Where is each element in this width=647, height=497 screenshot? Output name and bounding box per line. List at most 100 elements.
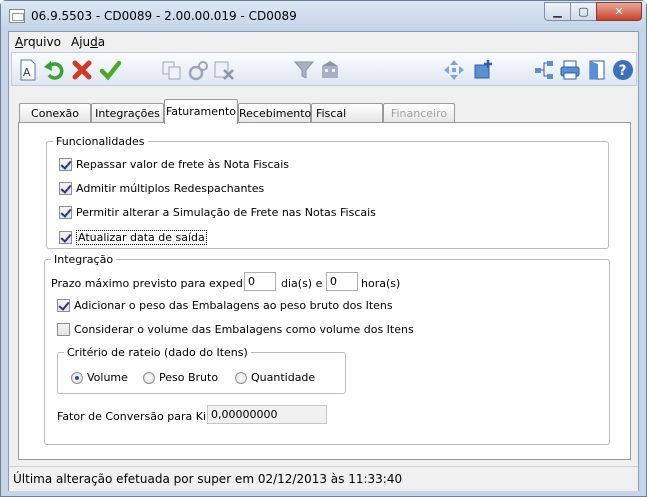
- radio-quantidade[interactable]: Quantidade: [235, 371, 315, 384]
- menu-ajuda[interactable]: Ajuda: [71, 35, 105, 49]
- add-window-icon: [474, 60, 492, 79]
- title-bar[interactable]: 06.9.5503 - CD0089 - 2.00.00.019 - CD008…: [1, 1, 646, 31]
- radio-volume-dot[interactable]: [71, 371, 83, 384]
- tab-recebimento-label: Recebimento: [239, 107, 312, 120]
- prazo-dias-input[interactable]: 0: [244, 272, 276, 291]
- multiplos-redespachantes-label: Admitir múltiplos Redespachantes: [76, 182, 265, 195]
- repassar-frete-checkbox[interactable]: Repassar valor de frete às Nota Fiscais: [59, 158, 289, 171]
- alterar-simulacao-label: Permitir alterar a Simulação de Frete na…: [76, 206, 376, 219]
- tab-conexao[interactable]: Conexão: [19, 103, 91, 123]
- gear-icon: [188, 61, 208, 81]
- fator-conversao-input[interactable]: 0,00000000: [207, 405, 327, 424]
- undo-icon: [44, 61, 64, 80]
- delete-record-icon: [214, 61, 234, 80]
- radio-quantidade-dot[interactable]: [235, 371, 247, 384]
- add-window-button[interactable]: [472, 58, 496, 82]
- prazo-horas-input[interactable]: 0: [326, 272, 358, 291]
- atualizar-data-saida-label: Atualizar data de saída: [76, 230, 207, 245]
- printer-icon: [560, 60, 580, 80]
- maximize-button[interactable]: ▢: [570, 2, 597, 21]
- exit-door-icon: [589, 60, 605, 80]
- integracao-legend: Integração: [54, 253, 114, 266]
- tab-financeiro-label: Financeiro: [390, 107, 448, 120]
- cancel-button[interactable]: [70, 58, 94, 82]
- delete-record-button[interactable]: [212, 58, 236, 82]
- copy-button[interactable]: [160, 58, 184, 82]
- repassar-frete-label: Repassar valor de frete às Nota Fiscais: [76, 158, 290, 171]
- settings-button[interactable]: [186, 58, 210, 82]
- menu-arquivo[interactable]: Arquivo: [15, 35, 61, 49]
- close-icon: ✕: [614, 5, 624, 18]
- tab-faturamento-label: Faturamento: [165, 105, 237, 118]
- confirm-button[interactable]: [98, 58, 122, 82]
- move-button[interactable]: [442, 58, 466, 82]
- tab-faturamento[interactable]: Faturamento: [164, 99, 238, 124]
- considerar-volume-label: Considerar o volume das Embalagens como …: [74, 323, 414, 336]
- horas-unit-label: hora(s): [361, 277, 401, 290]
- tab-conexao-label: Conexão: [31, 107, 79, 120]
- application-window: 06.9.5503 - CD0089 - 2.00.00.019 - CD008…: [0, 0, 647, 497]
- building-button[interactable]: [318, 58, 342, 82]
- maximize-icon: ▢: [578, 5, 589, 18]
- tree-button[interactable]: [532, 58, 556, 82]
- funcionalidades-legend: Funcionalidades: [56, 135, 145, 148]
- radio-quantidade-label: Quantidade: [251, 371, 316, 384]
- tree-hierarchy-icon: [535, 61, 553, 79]
- filter-icon: [293, 61, 315, 79]
- radio-volume[interactable]: Volume: [71, 371, 128, 384]
- tab-financeiro: Financeiro: [383, 103, 455, 123]
- menu-arquivo-mnemonic: A: [15, 35, 24, 49]
- app-icon: [9, 9, 25, 23]
- building-icon: [322, 61, 338, 78]
- minimize-button[interactable]: ▁: [544, 2, 571, 21]
- exit-button[interactable]: [585, 58, 609, 82]
- svg-text:?: ?: [619, 63, 627, 79]
- fator-conversao-label: Fator de Conversão para Kilos:: [57, 410, 226, 423]
- multiplos-redespachantes-checkbox[interactable]: Admitir múltiplos Redespachantes: [59, 182, 264, 195]
- help-button[interactable]: ?: [611, 58, 635, 82]
- tab-integracoes[interactable]: Integrações: [91, 103, 164, 123]
- tab-fiscal[interactable]: Fiscal: [311, 103, 383, 123]
- help-icon: ?: [613, 60, 633, 80]
- radio-peso-bruto-dot[interactable]: [143, 371, 155, 384]
- adicionar-peso-checkbox[interactable]: Adicionar o peso das Embalagens ao peso …: [57, 299, 393, 312]
- status-bar: Última alteração efetuada por super em 0…: [9, 466, 638, 491]
- faturamento-panel: Funcionalidades Repassar valor de frete …: [18, 122, 631, 460]
- considerar-volume-checkbox[interactable]: Considerar o volume das Embalagens como …: [57, 323, 414, 336]
- undo-button[interactable]: [42, 58, 66, 82]
- radio-volume-label: Volume: [87, 371, 128, 384]
- atualizar-data-saida-box[interactable]: [59, 231, 72, 244]
- considerar-volume-box[interactable]: [57, 323, 70, 336]
- copy-icon: [162, 61, 181, 80]
- svg-text:A: A: [23, 66, 31, 79]
- menu-arquivo-label: rquivo: [23, 35, 61, 49]
- alterar-simulacao-box[interactable]: [59, 206, 72, 219]
- adicionar-peso-box[interactable]: [57, 299, 70, 312]
- minimize-icon: ▁: [553, 5, 562, 18]
- tab-fiscal-label: Fiscal: [316, 107, 347, 120]
- rateio-legend: Critério de rateio (dado do Itens): [67, 346, 248, 359]
- tab-integracoes-label: Integrações: [95, 107, 160, 120]
- adicionar-peso-label: Adicionar o peso das Embalagens ao peso …: [74, 299, 393, 312]
- new-document-icon: A: [20, 59, 36, 81]
- menu-ajuda-label: Aju: [71, 35, 91, 49]
- new-document-button[interactable]: A: [16, 58, 40, 82]
- alterar-simulacao-checkbox[interactable]: Permitir alterar a Simulação de Frete na…: [59, 206, 376, 219]
- filter-button[interactable]: [292, 58, 316, 82]
- radio-peso-bruto-label: Peso Bruto: [159, 371, 219, 384]
- checkmark-icon: [99, 60, 121, 81]
- rateio-group: Critério de rateio (dado do Itens): [57, 346, 346, 394]
- tab-recebimento[interactable]: Recebimento: [238, 103, 311, 123]
- repassar-frete-box[interactable]: [59, 158, 72, 171]
- atualizar-data-saida-checkbox[interactable]: Atualizar data de saída: [59, 230, 207, 245]
- close-button[interactable]: ✕: [596, 2, 642, 21]
- multiplos-redespachantes-box[interactable]: [59, 182, 72, 195]
- status-text: Última alteração efetuada por super em 0…: [13, 472, 403, 486]
- menu-ajuda-mnemonic: d: [90, 35, 98, 49]
- menu-bar: Arquivo Ajuda: [9, 32, 638, 52]
- client-area: Arquivo Ajuda A ? Conexão Integrações Fa…: [8, 31, 639, 491]
- radio-peso-bruto[interactable]: Peso Bruto: [143, 371, 218, 384]
- dias-unit-label: dia(s) e: [281, 277, 323, 290]
- toolbar: A ?: [11, 52, 637, 86]
- print-button[interactable]: [558, 58, 582, 82]
